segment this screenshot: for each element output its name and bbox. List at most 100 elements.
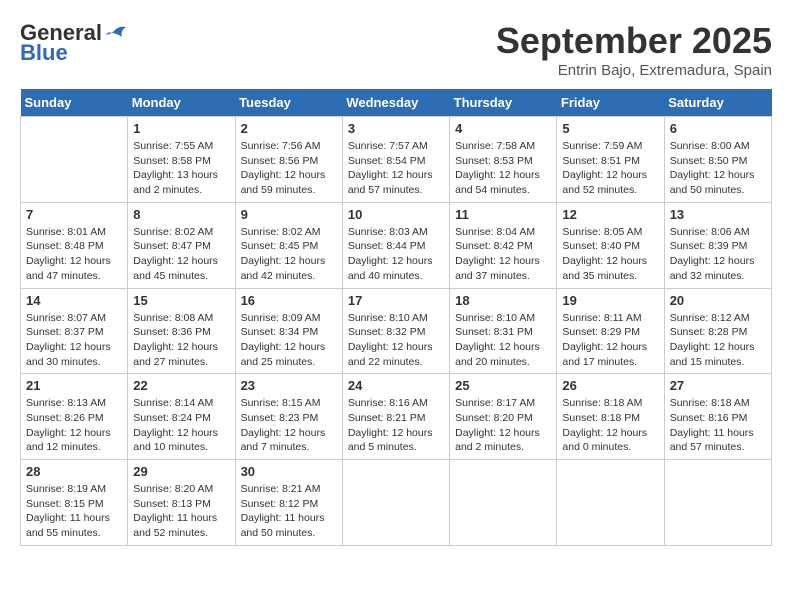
calendar-cell: 1 Sunrise: 7:55 AMSunset: 8:58 PMDaylight… — [128, 117, 235, 203]
calendar-cell: 30 Sunrise: 8:21 AMSunset: 8:12 PMDayligh… — [235, 460, 342, 546]
page-header: General Blue September 2025 Entrin Bajo,… — [20, 20, 772, 79]
day-info: Sunrise: 8:04 AMSunset: 8:42 PMDaylight:… — [455, 225, 551, 284]
day-number: 11 — [455, 207, 551, 222]
calendar-cell: 4 Sunrise: 7:58 AMSunset: 8:53 PMDaylight… — [450, 117, 557, 203]
day-number: 20 — [670, 293, 766, 308]
day-info: Sunrise: 8:10 AMSunset: 8:32 PMDaylight:… — [348, 311, 444, 370]
title-block: September 2025 Entrin Bajo, Extremadura,… — [496, 20, 772, 79]
day-number: 5 — [562, 121, 658, 136]
day-number: 21 — [26, 378, 122, 393]
calendar-cell: 18 Sunrise: 8:10 AMSunset: 8:31 PMDayligh… — [450, 288, 557, 374]
calendar-week-4: 21 Sunrise: 8:13 AMSunset: 8:26 PMDayligh… — [21, 374, 772, 460]
header-tuesday: Tuesday — [235, 89, 342, 117]
location-text: Entrin Bajo, Extremadura, Spain — [496, 62, 772, 79]
day-info: Sunrise: 7:59 AMSunset: 8:51 PMDaylight:… — [562, 139, 658, 198]
day-info: Sunrise: 8:00 AMSunset: 8:50 PMDaylight:… — [670, 139, 766, 198]
calendar-cell: 20Sunrise: 8:12 AMSunset: 8:28 PMDayligh… — [664, 288, 771, 374]
day-number: 12 — [562, 207, 658, 222]
calendar-cell: 5 Sunrise: 7:59 AMSunset: 8:51 PMDaylight… — [557, 117, 664, 203]
calendar-cell: 10 Sunrise: 8:03 AMSunset: 8:44 PMDayligh… — [342, 202, 449, 288]
day-info: Sunrise: 8:16 AMSunset: 8:21 PMDaylight:… — [348, 396, 444, 455]
calendar-week-2: 7 Sunrise: 8:01 AMSunset: 8:48 PMDaylight… — [21, 202, 772, 288]
day-info: Sunrise: 8:19 AMSunset: 8:15 PMDaylight:… — [26, 482, 122, 541]
day-info: Sunrise: 8:18 AMSunset: 8:16 PMDaylight:… — [670, 396, 766, 455]
header-monday: Monday — [128, 89, 235, 117]
calendar-cell — [21, 117, 128, 203]
calendar-cell: 14 Sunrise: 8:07 AMSunset: 8:37 PMDayligh… — [21, 288, 128, 374]
calendar-cell: 25 Sunrise: 8:17 AMSunset: 8:20 PMDayligh… — [450, 374, 557, 460]
calendar-cell: 19 Sunrise: 8:11 AMSunset: 8:29 PMDayligh… — [557, 288, 664, 374]
calendar-cell: 17 Sunrise: 8:10 AMSunset: 8:32 PMDayligh… — [342, 288, 449, 374]
day-info: Sunrise: 8:20 AMSunset: 8:13 PMDaylight:… — [133, 482, 229, 541]
calendar-cell: 24 Sunrise: 8:16 AMSunset: 8:21 PMDayligh… — [342, 374, 449, 460]
calendar-cell: 7 Sunrise: 8:01 AMSunset: 8:48 PMDaylight… — [21, 202, 128, 288]
calendar-week-5: 28 Sunrise: 8:19 AMSunset: 8:15 PMDayligh… — [21, 460, 772, 546]
day-info: Sunrise: 8:03 AMSunset: 8:44 PMDaylight:… — [348, 225, 444, 284]
day-number: 2 — [241, 121, 337, 136]
day-info: Sunrise: 8:02 AMSunset: 8:45 PMDaylight:… — [241, 225, 337, 284]
header-thursday: Thursday — [450, 89, 557, 117]
calendar-cell: 21 Sunrise: 8:13 AMSunset: 8:26 PMDayligh… — [21, 374, 128, 460]
day-info: Sunrise: 8:10 AMSunset: 8:31 PMDaylight:… — [455, 311, 551, 370]
day-info: Sunrise: 7:58 AMSunset: 8:53 PMDaylight:… — [455, 139, 551, 198]
day-number: 30 — [241, 464, 337, 479]
day-info: Sunrise: 8:21 AMSunset: 8:12 PMDaylight:… — [241, 482, 337, 541]
day-number: 10 — [348, 207, 444, 222]
calendar-header-row: SundayMondayTuesdayWednesdayThursdayFrid… — [21, 89, 772, 117]
day-info: Sunrise: 8:13 AMSunset: 8:26 PMDaylight:… — [26, 396, 122, 455]
header-saturday: Saturday — [664, 89, 771, 117]
day-number: 8 — [133, 207, 229, 222]
calendar-cell: 26 Sunrise: 8:18 AMSunset: 8:18 PMDayligh… — [557, 374, 664, 460]
day-number: 29 — [133, 464, 229, 479]
calendar-cell: 16 Sunrise: 8:09 AMSunset: 8:34 PMDayligh… — [235, 288, 342, 374]
logo-bird-icon — [104, 23, 128, 43]
day-info: Sunrise: 8:17 AMSunset: 8:20 PMDaylight:… — [455, 396, 551, 455]
calendar-cell: 3 Sunrise: 7:57 AMSunset: 8:54 PMDaylight… — [342, 117, 449, 203]
day-number: 4 — [455, 121, 551, 136]
calendar-cell: 2Sunrise: 7:56 AMSunset: 8:56 PMDaylight… — [235, 117, 342, 203]
day-number: 28 — [26, 464, 122, 479]
calendar-cell: 27 Sunrise: 8:18 AMSunset: 8:16 PMDayligh… — [664, 374, 771, 460]
day-info: Sunrise: 8:01 AMSunset: 8:48 PMDaylight:… — [26, 225, 122, 284]
day-number: 13 — [670, 207, 766, 222]
day-number: 14 — [26, 293, 122, 308]
logo: General Blue — [20, 20, 128, 66]
day-info: Sunrise: 8:07 AMSunset: 8:37 PMDaylight:… — [26, 311, 122, 370]
day-number: 3 — [348, 121, 444, 136]
calendar-cell — [342, 460, 449, 546]
day-info: Sunrise: 8:11 AMSunset: 8:29 PMDaylight:… — [562, 311, 658, 370]
header-wednesday: Wednesday — [342, 89, 449, 117]
day-number: 1 — [133, 121, 229, 136]
calendar-week-1: 1 Sunrise: 7:55 AMSunset: 8:58 PMDaylight… — [21, 117, 772, 203]
calendar-cell — [557, 460, 664, 546]
day-number: 22 — [133, 378, 229, 393]
calendar-cell: 28 Sunrise: 8:19 AMSunset: 8:15 PMDayligh… — [21, 460, 128, 546]
day-number: 15 — [133, 293, 229, 308]
day-number: 6 — [670, 121, 766, 136]
logo-blue-text: Blue — [20, 40, 68, 66]
day-number: 17 — [348, 293, 444, 308]
day-info: Sunrise: 8:18 AMSunset: 8:18 PMDaylight:… — [562, 396, 658, 455]
day-number: 7 — [26, 207, 122, 222]
day-info: Sunrise: 8:15 AMSunset: 8:23 PMDaylight:… — [241, 396, 337, 455]
day-info: Sunrise: 8:06 AMSunset: 8:39 PMDaylight:… — [670, 225, 766, 284]
calendar-week-3: 14 Sunrise: 8:07 AMSunset: 8:37 PMDayligh… — [21, 288, 772, 374]
day-number: 26 — [562, 378, 658, 393]
day-info: Sunrise: 7:57 AMSunset: 8:54 PMDaylight:… — [348, 139, 444, 198]
day-number: 27 — [670, 378, 766, 393]
calendar-cell: 15Sunrise: 8:08 AMSunset: 8:36 PMDayligh… — [128, 288, 235, 374]
day-number: 25 — [455, 378, 551, 393]
day-number: 9 — [241, 207, 337, 222]
calendar-cell: 11 Sunrise: 8:04 AMSunset: 8:42 PMDayligh… — [450, 202, 557, 288]
day-info: Sunrise: 8:05 AMSunset: 8:40 PMDaylight:… — [562, 225, 658, 284]
calendar-table: SundayMondayTuesdayWednesdayThursdayFrid… — [20, 89, 772, 546]
day-info: Sunrise: 8:09 AMSunset: 8:34 PMDaylight:… — [241, 311, 337, 370]
day-number: 23 — [241, 378, 337, 393]
day-number: 18 — [455, 293, 551, 308]
calendar-cell: 29 Sunrise: 8:20 AMSunset: 8:13 PMDayligh… — [128, 460, 235, 546]
day-number: 16 — [241, 293, 337, 308]
day-number: 24 — [348, 378, 444, 393]
calendar-cell: 13 Sunrise: 8:06 AMSunset: 8:39 PMDayligh… — [664, 202, 771, 288]
day-info: Sunrise: 7:55 AMSunset: 8:58 PMDaylight:… — [133, 139, 229, 198]
day-number: 19 — [562, 293, 658, 308]
